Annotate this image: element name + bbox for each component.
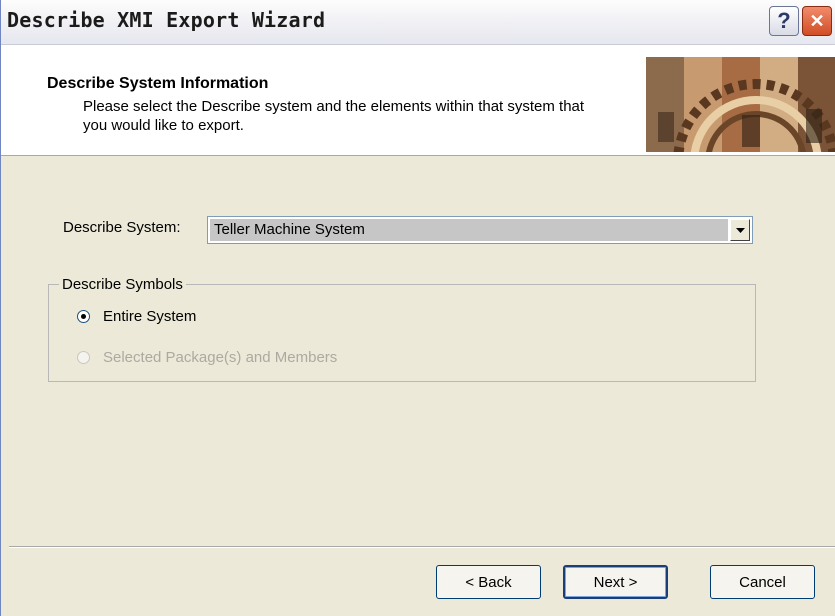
radio-checked-icon[interactable] — [77, 310, 90, 323]
page-description: Please select the Describe system and th… — [83, 98, 585, 134]
wizard-window: Describe XMI Export Wizard ? ✕ Describe … — [0, 0, 835, 616]
help-icon: ? — [777, 8, 791, 33]
gear-icon — [646, 57, 835, 152]
describe-system-label: Describe System: — [63, 219, 181, 236]
chevron-down-icon — [735, 227, 745, 233]
describe-symbols-legend: Describe Symbols — [59, 276, 186, 293]
page-title: Describe System Information — [47, 75, 269, 92]
gear-banner-image — [646, 57, 835, 152]
help-button[interactable]: ? — [769, 6, 799, 36]
describe-system-dropdown[interactable]: Teller Machine System — [207, 216, 753, 244]
back-button[interactable]: < Back — [436, 565, 541, 599]
dropdown-arrow-button[interactable] — [730, 219, 750, 241]
describe-symbols-group — [48, 284, 756, 382]
title-bar[interactable]: Describe XMI Export Wizard ? ✕ — [1, 0, 835, 45]
wizard-header: Describe System Information Please selec… — [1, 45, 835, 156]
radio-selected-packages-label: Selected Package(s) and Members — [103, 349, 338, 366]
close-icon: ✕ — [809, 10, 825, 31]
describe-system-value: Teller Machine System — [210, 219, 728, 241]
radio-unchecked-icon — [77, 351, 90, 364]
cancel-button[interactable]: Cancel — [710, 565, 815, 599]
close-button[interactable]: ✕ — [802, 6, 832, 36]
window-title: Describe XMI Export Wizard — [7, 8, 326, 32]
footer-divider — [9, 546, 835, 548]
radio-selected-packages: Selected Package(s) and Members — [77, 349, 337, 366]
radio-entire-system[interactable]: Entire System — [77, 308, 196, 325]
radio-entire-system-label: Entire System — [103, 308, 197, 325]
next-button[interactable]: Next > — [563, 565, 668, 599]
